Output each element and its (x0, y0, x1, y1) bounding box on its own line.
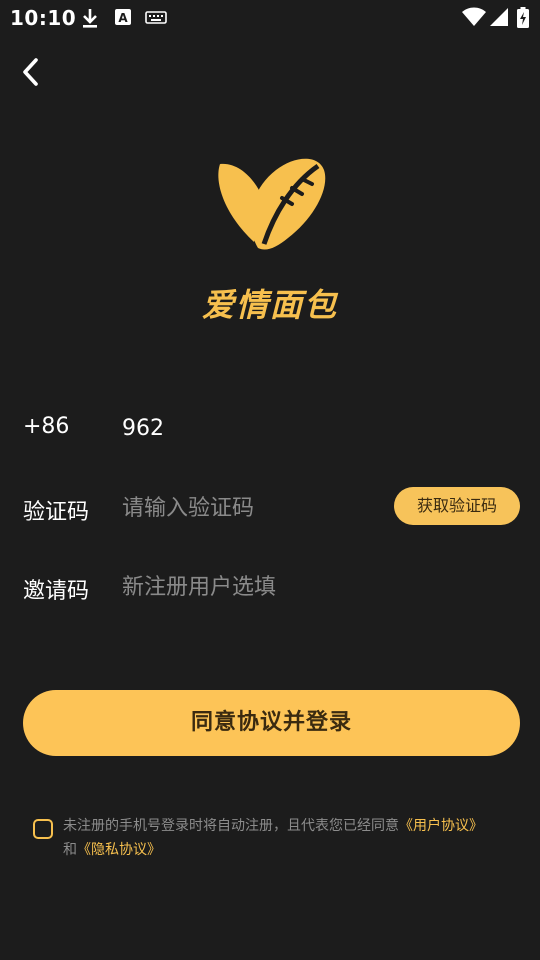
invite-input[interactable] (122, 571, 502, 603)
chevron-left-icon (23, 58, 38, 86)
code-label: 验证码 (23, 500, 90, 525)
wifi-icon (462, 7, 486, 31)
status-bar: 10:10 A (0, 0, 540, 36)
login-screen: 10:10 A 爱情面包 +86 962 验证码 请输入验证码 获取验证码 邀请… (0, 0, 540, 960)
country-code[interactable]: +86 (23, 414, 69, 439)
battery-charging-icon (516, 7, 530, 33)
signal-icon (489, 7, 509, 31)
get-code-button[interactable]: 获取验证码 (394, 487, 520, 525)
back-button[interactable] (14, 54, 50, 90)
download-icon (80, 7, 100, 33)
user-agreement-link[interactable]: 《用户协议》 (399, 818, 483, 834)
privacy-policy-link[interactable]: 《隐私协议》 (77, 842, 161, 858)
agreement-conjunction: 和 (63, 842, 77, 858)
invite-label: 邀请码 (23, 579, 90, 604)
code-input[interactable] (122, 492, 382, 524)
agreement-text: 未注册的手机号登录时将自动注册，且代表您已经同意《用户协议》 和《隐私协议》 (63, 814, 523, 862)
keyboard-icon (145, 7, 167, 31)
a-box-icon: A (114, 7, 132, 31)
phone-input[interactable] (122, 412, 502, 444)
agreement-notice: 未注册的手机号登录时将自动注册，且代表您已经同意 (63, 818, 399, 834)
agreement-checkbox[interactable] (33, 819, 53, 839)
svg-text:A: A (118, 11, 128, 25)
brand-name: 爱情面包 (201, 286, 338, 324)
bread-heart-logo (214, 152, 328, 262)
agree-and-login-button[interactable]: 同意协议并登录 (23, 690, 520, 756)
status-time: 10:10 (10, 6, 77, 30)
